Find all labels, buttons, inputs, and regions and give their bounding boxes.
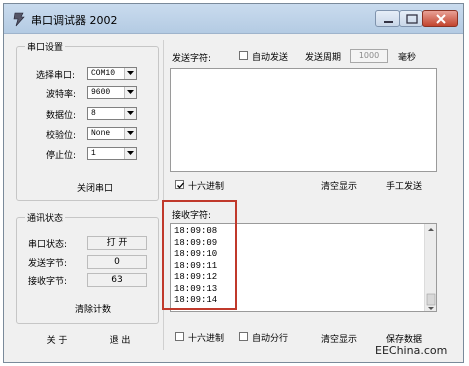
auto-send-checkbox[interactable] bbox=[239, 51, 248, 60]
databits-label: 数据位: bbox=[46, 111, 77, 121]
minimize-button[interactable] bbox=[375, 10, 400, 27]
sent-bytes-label: 发送字节: bbox=[28, 259, 68, 269]
port-status-value: 打 开 bbox=[87, 236, 147, 250]
port-settings-group: 串口设置 选择串口: COM10 波特率: 9600 数据位: 8 校验位: N… bbox=[16, 40, 159, 201]
databits-select-value: 8 bbox=[91, 109, 96, 118]
stopbits-select-value: 1 bbox=[91, 149, 96, 158]
received-bytes-label: 接收字节: bbox=[28, 277, 68, 287]
send-hex-label: 十六进制 bbox=[188, 182, 225, 192]
parity-select[interactable]: None bbox=[87, 127, 137, 140]
comm-status-legend: 通讯状态 bbox=[25, 211, 66, 224]
app-icon bbox=[12, 11, 26, 27]
clear-count-button[interactable]: 清除计数 bbox=[65, 302, 121, 315]
send-clear-button[interactable]: 清空显示 bbox=[314, 179, 364, 192]
watermark: EEChina.com bbox=[375, 344, 448, 357]
receive-hex-checkbox[interactable] bbox=[175, 332, 184, 341]
window-title: 串口调试器 2002 bbox=[31, 14, 118, 27]
send-label: 发送字符: bbox=[172, 54, 212, 64]
maximize-button[interactable] bbox=[399, 10, 423, 27]
about-button[interactable]: 关 于 bbox=[42, 333, 72, 346]
parity-label: 校验位: bbox=[46, 131, 77, 141]
chevron-down-icon[interactable] bbox=[124, 128, 136, 139]
stopbits-label: 停止位: bbox=[46, 151, 77, 161]
scroll-down-icon bbox=[428, 307, 434, 310]
title-bar[interactable]: 串口调试器 2002 bbox=[4, 4, 463, 34]
manual-send-button[interactable]: 手工发送 bbox=[379, 179, 429, 192]
parity-select-value: None bbox=[91, 129, 111, 138]
scroll-thumb bbox=[426, 293, 436, 306]
exit-button[interactable]: 退 出 bbox=[105, 333, 135, 346]
stopbits-select[interactable]: 1 bbox=[87, 147, 137, 160]
checkmark-icon bbox=[177, 182, 184, 189]
received-bytes-value: 63 bbox=[87, 273, 147, 287]
send-period-input[interactable]: 1000 bbox=[350, 49, 388, 63]
close-port-button[interactable]: 关闭串口 bbox=[67, 181, 123, 194]
receive-scrollbar[interactable] bbox=[424, 224, 436, 311]
sent-bytes-value: 0 bbox=[87, 255, 147, 269]
auto-wrap-label: 自动分行 bbox=[252, 334, 289, 344]
chevron-down-icon[interactable] bbox=[124, 68, 136, 79]
chevron-down-icon[interactable] bbox=[124, 108, 136, 119]
send-hex-checkbox[interactable] bbox=[175, 180, 184, 189]
comm-status-group: 通讯状态 串口状态: 打 开 发送字节: 0 接收字节: 63 清除计数 bbox=[16, 211, 159, 324]
send-period-unit: 毫秒 bbox=[398, 53, 417, 63]
databits-select[interactable]: 8 bbox=[87, 107, 137, 120]
port-label: 选择串口: bbox=[36, 71, 76, 81]
close-button[interactable] bbox=[422, 10, 458, 27]
auto-send-label: 自动发送 bbox=[252, 53, 289, 63]
send-textarea[interactable] bbox=[170, 68, 437, 172]
receive-clear-button[interactable]: 清空显示 bbox=[314, 332, 364, 345]
port-status-label: 串口状态: bbox=[28, 240, 68, 250]
app-window: 串口调试器 2002 串口设置 选择串口: COM10 波特率: 9600 数据… bbox=[3, 3, 464, 363]
baud-select-value: 9600 bbox=[91, 88, 111, 97]
send-period-label: 发送周期 bbox=[305, 53, 342, 63]
receive-hex-label: 十六进制 bbox=[188, 334, 225, 344]
auto-wrap-checkbox[interactable] bbox=[239, 332, 248, 341]
port-select[interactable]: COM10 bbox=[87, 67, 137, 80]
scroll-up-icon bbox=[428, 228, 434, 231]
chevron-down-icon[interactable] bbox=[124, 87, 136, 98]
chevron-down-icon[interactable] bbox=[124, 148, 136, 159]
baud-label: 波特率: bbox=[46, 90, 77, 100]
port-select-value: COM10 bbox=[91, 69, 116, 78]
port-settings-legend: 串口设置 bbox=[25, 40, 66, 53]
baud-select[interactable]: 9600 bbox=[87, 86, 137, 99]
highlight-box bbox=[162, 200, 237, 310]
